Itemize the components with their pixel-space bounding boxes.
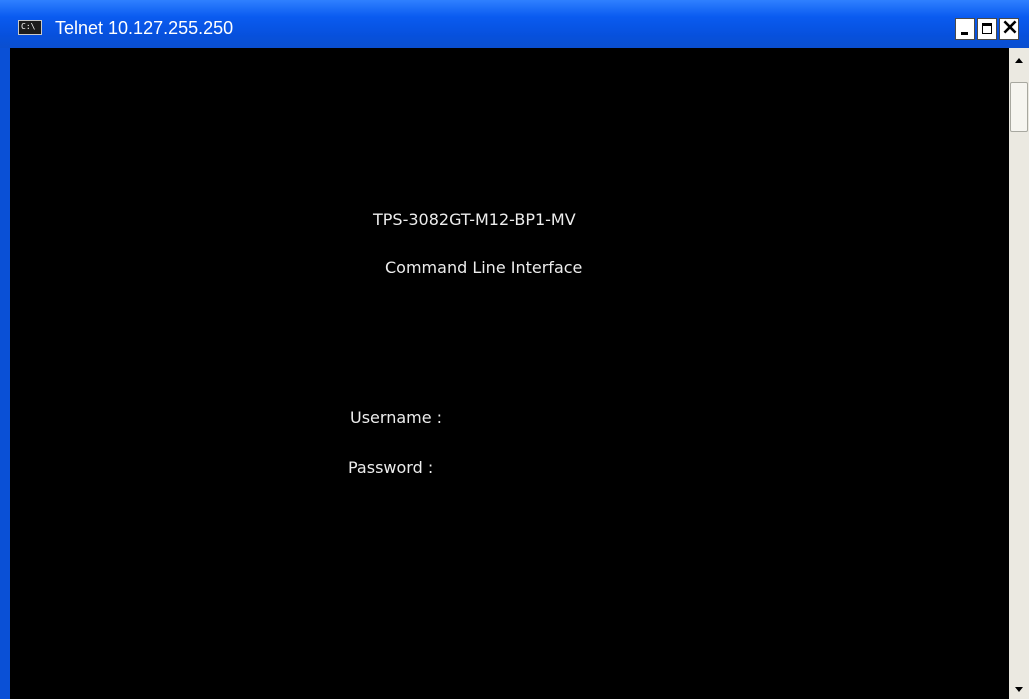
console-icon[interactable]: C:\ xyxy=(18,20,42,35)
scroll-thumb[interactable] xyxy=(1010,82,1028,132)
device-model-line: TPS-3082GT-M12-BP1-MV xyxy=(373,210,576,229)
scroll-up-arrow-icon[interactable] xyxy=(1009,50,1029,70)
minimize-button[interactable] xyxy=(955,18,975,40)
cli-title-line: Command Line Interface xyxy=(385,258,583,277)
window-title: Telnet 10.127.255.250 xyxy=(55,18,234,38)
username-prompt[interactable]: Username : xyxy=(350,408,442,428)
close-button[interactable] xyxy=(999,16,1020,40)
console-area[interactable]: TPS-3082GT-M12-BP1-MV Command Line Inter… xyxy=(10,48,1009,699)
scroll-down-arrow-icon[interactable] xyxy=(1009,679,1029,699)
vertical-scrollbar[interactable] xyxy=(1009,48,1029,699)
password-prompt[interactable]: Password : xyxy=(348,458,433,478)
title-bar[interactable]: C:\ Telnet 10.127.255.250 xyxy=(0,0,1029,48)
window-frame-left xyxy=(0,48,10,699)
telnet-window: C:\ Telnet 10.127.255.250 TPS-3082GT-M12… xyxy=(0,0,1029,699)
maximize-button[interactable] xyxy=(977,18,997,40)
